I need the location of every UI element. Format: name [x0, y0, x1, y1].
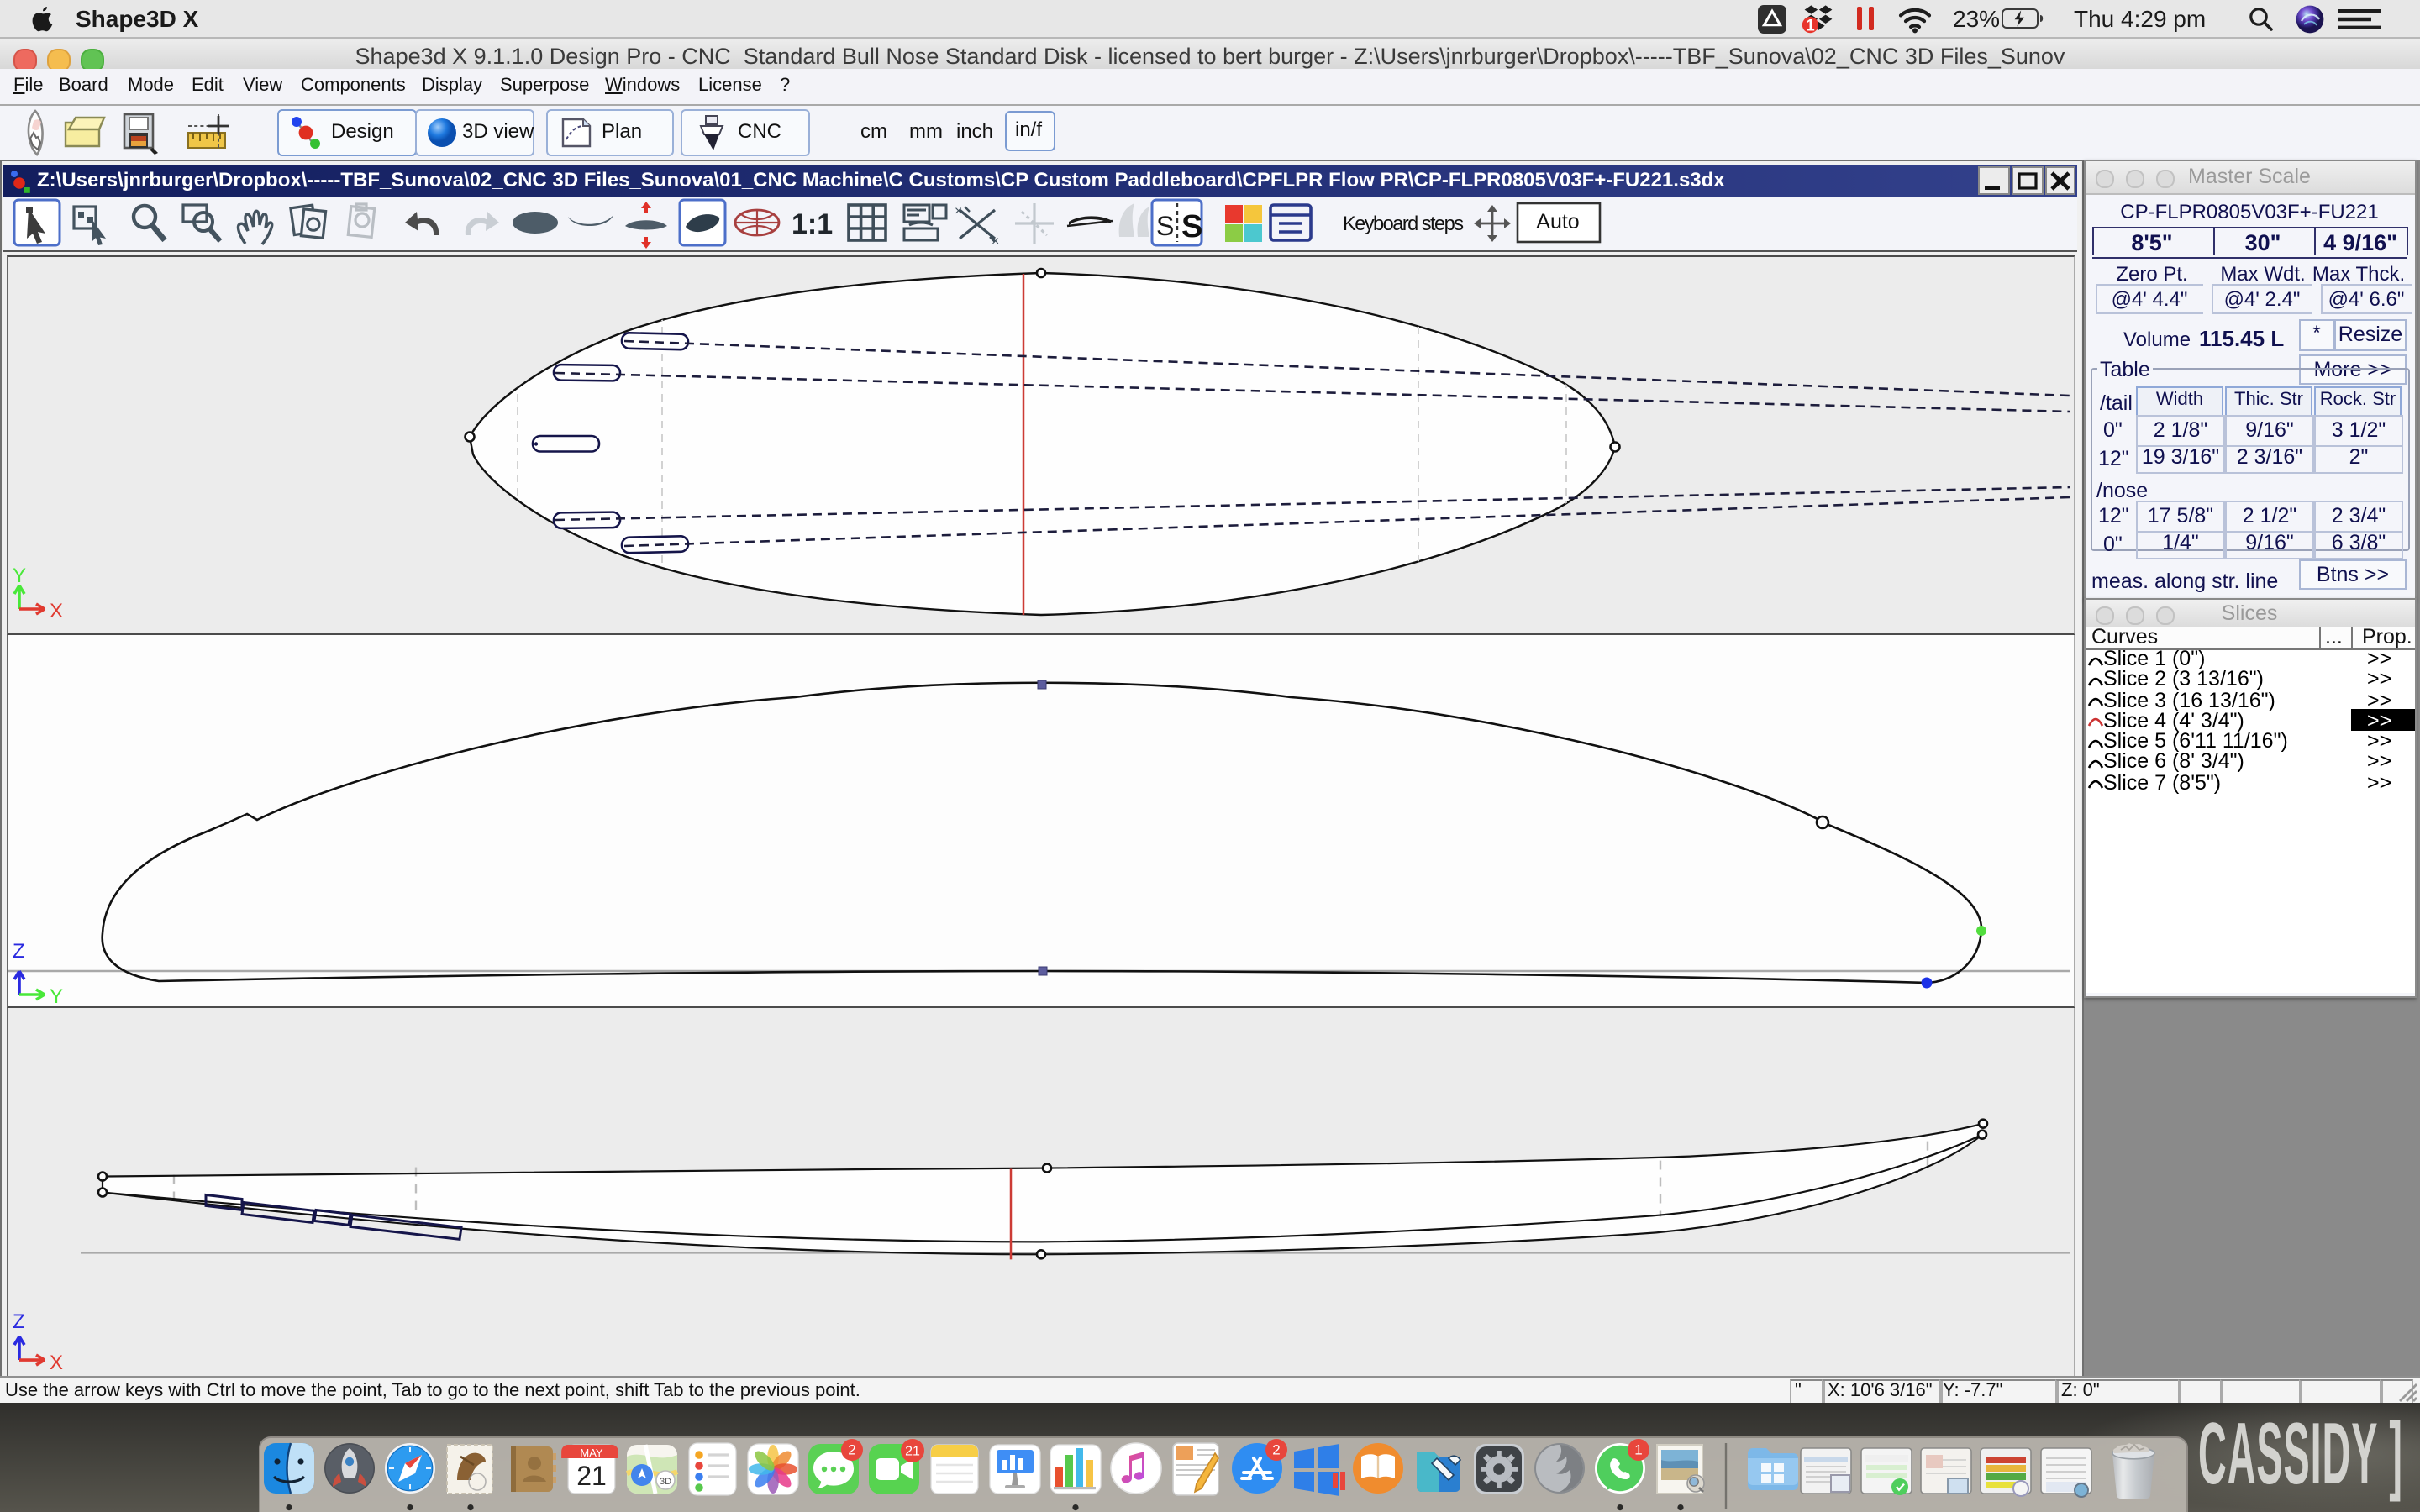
svg-text:1: 1: [1806, 17, 1815, 34]
svg-text:Y: Y: [13, 564, 26, 586]
svg-text:1:1: 1:1: [792, 208, 833, 240]
svg-text:X: X: [50, 599, 63, 622]
svg-text:Y: Y: [50, 984, 63, 1004]
svg-text:Keyboard steps: Keyboard steps: [1343, 213, 1464, 235]
svg-text:X: X: [50, 1351, 63, 1373]
svg-text:×: ×: [955, 204, 962, 218]
svg-text:S: S: [1156, 211, 1174, 241]
svg-text:21: 21: [904, 1445, 919, 1459]
svg-text:3D: 3D: [659, 1477, 671, 1487]
svg-text:21: 21: [576, 1461, 606, 1491]
svg-text:Z: Z: [13, 1310, 25, 1332]
svg-text:Auto: Auto: [1536, 210, 1579, 234]
svg-text:S: S: [1181, 209, 1202, 244]
svg-text:Z: Z: [13, 939, 25, 962]
svg-text:2: 2: [847, 1442, 855, 1458]
svg-text:1: 1: [1634, 1442, 1641, 1458]
svg-text:2: 2: [1271, 1442, 1279, 1458]
svg-text:×: ×: [992, 234, 999, 249]
svg-text:MAY: MAY: [579, 1446, 602, 1459]
